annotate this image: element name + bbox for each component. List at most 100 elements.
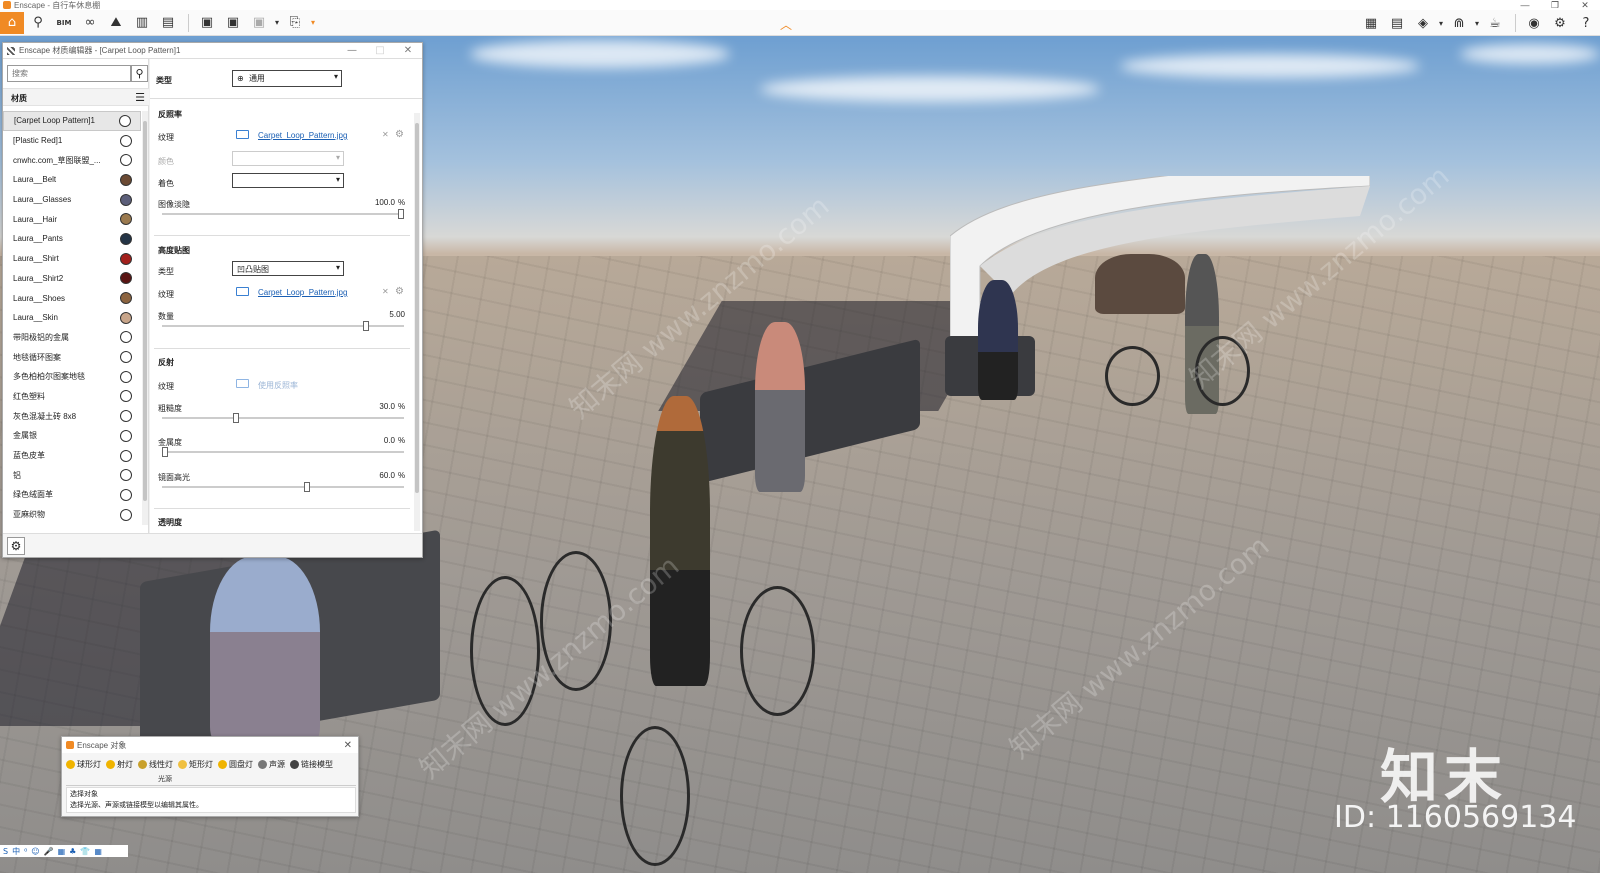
height-map-texture-link[interactable]: Carpet_Loop_Pattern.jpg xyxy=(258,288,347,297)
home-icon[interactable]: ⌂ xyxy=(0,11,24,34)
close-icon[interactable]: ✕ xyxy=(344,740,352,751)
chevron-down-icon[interactable]: ▾ xyxy=(1473,12,1481,34)
material-item[interactable]: 灰色混凝土砖 8x8 xyxy=(3,406,141,426)
material-item[interactable]: Laura__Skin xyxy=(3,308,141,328)
material-item[interactable]: Laura__Hair xyxy=(3,209,141,229)
gear-icon[interactable]: ⚙ xyxy=(7,537,25,555)
sun-icon[interactable]: ⛰ xyxy=(104,12,128,34)
menu-icon[interactable]: ☰ xyxy=(135,91,145,104)
taskbar-icon[interactable]: ▦ xyxy=(58,847,66,856)
albedo-texture-link[interactable]: Carpet_Loop_Pattern.jpg xyxy=(258,131,347,140)
map-icon[interactable]: ▦ xyxy=(1359,12,1383,34)
pin-icon[interactable]: ⚲ xyxy=(26,12,50,34)
search-icon[interactable]: ⚲ xyxy=(131,65,148,82)
specular-slider[interactable] xyxy=(162,482,404,492)
buildings-icon[interactable]: ▥ xyxy=(130,12,154,34)
material-item[interactable]: 带阳极铝的金属 xyxy=(3,328,141,348)
visibility-icon[interactable]: ◉ xyxy=(1522,12,1546,34)
chevron-down-icon[interactable]: ▾ xyxy=(1437,12,1445,34)
material-type-select[interactable]: ⊕ 通用 ▾ xyxy=(232,70,342,87)
taskbar-icon[interactable]: 👕 xyxy=(80,847,90,856)
material-item[interactable]: Laura__Shirt2 xyxy=(3,269,141,289)
material-item[interactable]: 亚麻织物 xyxy=(3,505,141,525)
folder-icon[interactable] xyxy=(236,287,249,296)
view-icon[interactable]: ◈ xyxy=(1411,12,1435,34)
export-icon[interactable]: ⎘ xyxy=(283,12,307,34)
taskbar-icon[interactable]: 中 xyxy=(12,846,20,857)
minimize-icon[interactable]: — xyxy=(1510,0,1540,11)
height-map-amount-slider[interactable] xyxy=(162,321,404,331)
material-item[interactable]: Laura__Shirt xyxy=(3,249,141,269)
binoculars-icon[interactable]: ∞ xyxy=(78,12,102,34)
material-item[interactable]: Laura__Glasses xyxy=(3,190,141,210)
slider-handle[interactable] xyxy=(232,413,239,423)
clear-texture-icon[interactable]: ✕ xyxy=(382,130,389,139)
help-icon[interactable]: ? xyxy=(1574,12,1598,34)
maximize-icon[interactable]: □ xyxy=(366,45,394,56)
material-item[interactable]: 地毯循环图案 xyxy=(3,347,141,367)
properties-scrollbar[interactable] xyxy=(414,113,420,531)
chevron-down-icon[interactable]: ▾ xyxy=(309,12,317,34)
settings-icon[interactable]: ⚙ xyxy=(1548,12,1572,34)
minimize-icon[interactable]: — xyxy=(338,45,366,56)
material-item[interactable]: 绿色绒面革 xyxy=(3,485,141,505)
material-list-scrollbar[interactable] xyxy=(142,111,148,525)
taskbar-icon[interactable]: ♣ xyxy=(69,847,76,856)
render-icon[interactable]: ▣ xyxy=(195,12,219,34)
presentation-icon[interactable]: ▤ xyxy=(1385,12,1409,34)
material-item[interactable]: 红色塑料 xyxy=(3,387,141,407)
material-item[interactable]: Laura__Shoes xyxy=(3,288,141,308)
render-batch-icon[interactable]: ▣ xyxy=(247,12,271,34)
material-item[interactable]: [Carpet Loop Pattern]1 xyxy=(3,111,141,131)
material-icon[interactable]: ⋒ xyxy=(1447,12,1471,34)
material-search-input[interactable] xyxy=(7,65,131,82)
metallic-slider[interactable] xyxy=(162,447,404,457)
bulb-button[interactable]: 球形灯 xyxy=(66,757,101,771)
slider-handle[interactable] xyxy=(303,482,310,492)
material-item[interactable]: 蓝色皮革 xyxy=(3,446,141,466)
taskbar-icon[interactable]: 🎤 xyxy=(44,847,54,856)
link-model-button[interactable]: 链接模型 xyxy=(290,757,333,771)
material-item[interactable]: 透明玻璃 xyxy=(3,524,141,525)
roughness-slider[interactable] xyxy=(162,413,404,423)
folder-icon[interactable] xyxy=(236,379,249,388)
chevron-down-icon[interactable]: ▾ xyxy=(273,12,281,34)
taskbar-icon[interactable]: S xyxy=(3,847,8,856)
material-item[interactable]: 多色柏柏尔图案地毯 xyxy=(3,367,141,387)
texture-settings-icon[interactable]: ⚙ xyxy=(395,286,404,297)
slider-handle[interactable] xyxy=(162,447,168,457)
slider-handle[interactable] xyxy=(362,321,369,331)
close-icon[interactable]: ✕ xyxy=(394,45,422,56)
spotlight-button[interactable]: 射灯 xyxy=(106,757,133,771)
disk-light-button[interactable]: 圆盘灯 xyxy=(218,757,253,771)
maximize-icon[interactable]: ❐ xyxy=(1540,0,1570,11)
clear-texture-icon[interactable]: ✕ xyxy=(382,287,389,296)
material-item[interactable]: Laura__Belt xyxy=(3,170,141,190)
texture-settings-icon[interactable]: ⚙ xyxy=(395,129,404,140)
scrollbar-thumb[interactable] xyxy=(143,121,147,501)
material-item[interactable]: 铝 xyxy=(3,465,141,485)
material-item[interactable]: Laura__Pants xyxy=(3,229,141,249)
collapse-toolbar-icon[interactable]: ︿ xyxy=(780,16,792,33)
rect-light-button[interactable]: 矩形灯 xyxy=(178,757,213,771)
taskbar-icon[interactable]: ▦ xyxy=(94,847,102,856)
close-icon[interactable]: ✕ xyxy=(1570,0,1600,11)
folder-icon[interactable] xyxy=(236,130,249,139)
asset-icon[interactable]: ☕ xyxy=(1483,12,1507,34)
clapper-icon[interactable]: ▤ xyxy=(156,12,180,34)
reflections-texture-placeholder[interactable]: 使用反照率 xyxy=(258,380,298,391)
height-map-type-select[interactable]: 凹凸贴图 ▾ xyxy=(232,261,344,276)
line-light-button[interactable]: 线性灯 xyxy=(138,757,173,771)
material-item[interactable]: [Plastic Red]1 xyxy=(3,131,141,151)
bim-icon[interactable]: BIM xyxy=(52,12,76,34)
render-panorama-icon[interactable]: ▣ xyxy=(221,12,245,34)
speaker-button[interactable]: 声源 xyxy=(258,757,285,771)
scrollbar-thumb[interactable] xyxy=(415,123,419,493)
material-item[interactable]: 金属银 xyxy=(3,426,141,446)
slider-handle[interactable] xyxy=(398,209,404,219)
taskbar-icon[interactable]: ☺ xyxy=(31,847,39,856)
material-item[interactable]: cnwhc.com_草图联盟_... xyxy=(3,150,141,170)
albedo-tint-select[interactable]: ▾ xyxy=(232,173,344,188)
image-fade-slider[interactable] xyxy=(162,209,404,219)
taskbar-icon[interactable]: ⁰ xyxy=(24,847,27,856)
